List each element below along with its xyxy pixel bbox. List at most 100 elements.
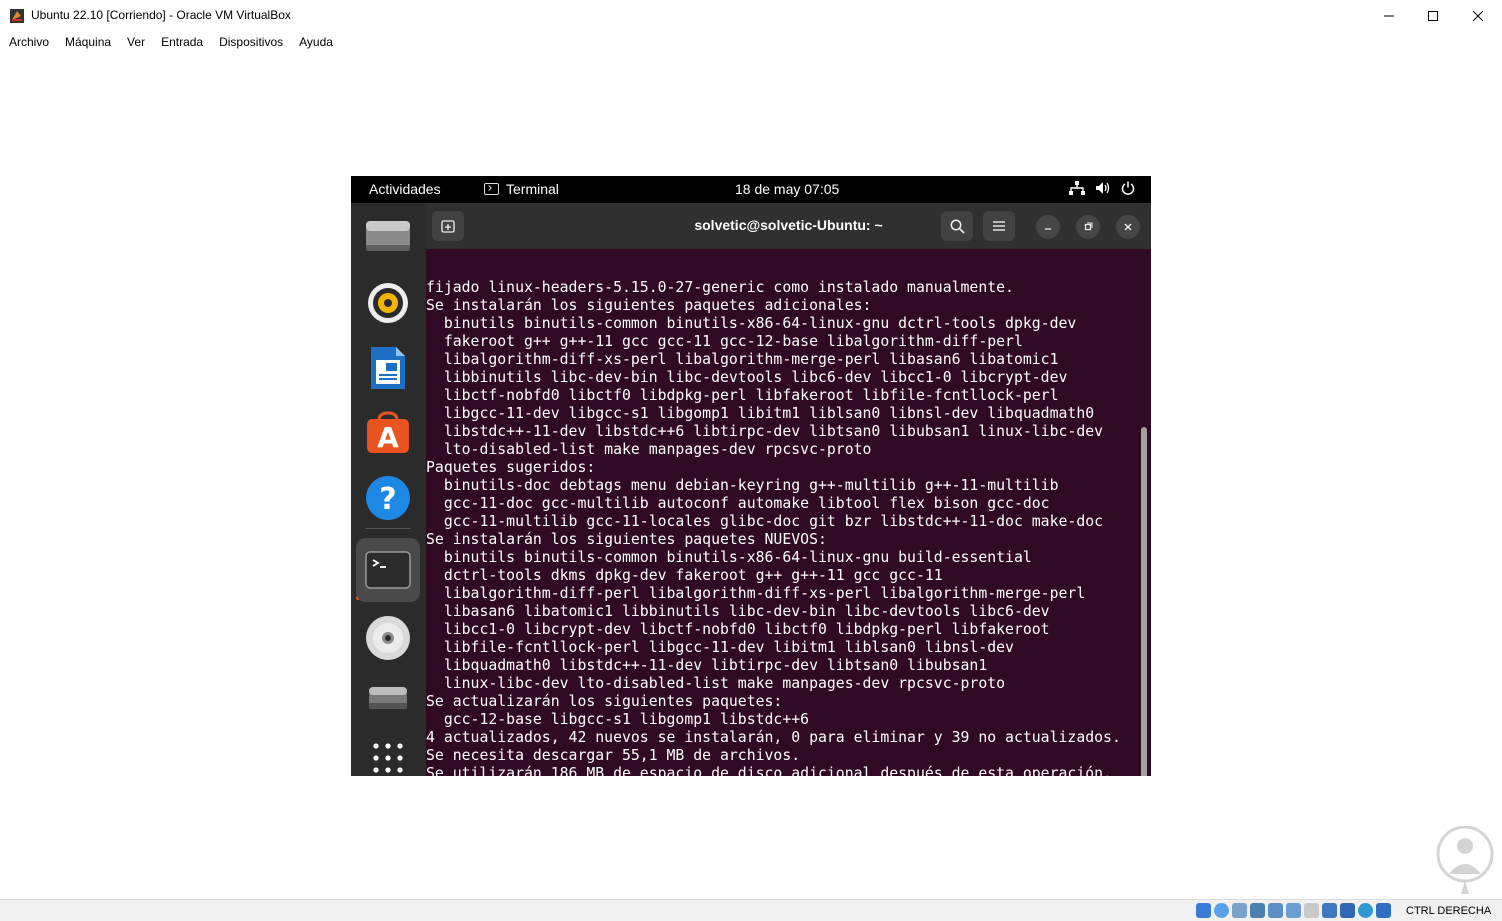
terminal-line: binutils binutils-common binutils-x86-64… [426, 315, 1077, 332]
network-icon [1069, 181, 1085, 195]
recording-status-icon[interactable] [1322, 903, 1337, 918]
app-grid-icon [373, 743, 403, 773]
app-menu[interactable]: Terminal [484, 181, 559, 197]
maximize-button[interactable] [1410, 0, 1456, 31]
minimize-button[interactable] [1366, 0, 1412, 31]
svg-text:?: ? [379, 482, 396, 517]
svg-text:A: A [377, 421, 399, 454]
hard-disk-status-icon[interactable] [1196, 903, 1211, 918]
terminal-icon [365, 551, 411, 589]
terminal-body[interactable]: fijado linux-headers-5.15.0-27-generic c… [426, 249, 1151, 776]
terminal-minimize-button[interactable] [1036, 215, 1060, 239]
network-status-icon[interactable] [1250, 903, 1265, 918]
dock-terminal[interactable] [356, 538, 420, 602]
restore-icon [1084, 222, 1093, 231]
terminal-line: libctf-nobfd0 libctf0 libdpkg-perl libfa… [426, 387, 1059, 404]
clock[interactable]: 18 de may 07:05 [735, 181, 839, 197]
terminal-line: linux-libc-dev lto-disabled-list make ma… [426, 675, 1006, 692]
rhythmbox-icon [368, 283, 408, 323]
minimize-icon [1045, 228, 1051, 230]
power-icon [1121, 181, 1135, 195]
terminal-line: libfile-fcntllock-perl libgcc-11-dev lib… [426, 639, 1014, 656]
maximize-icon [1428, 10, 1438, 21]
terminal-line: libquadmath0 libstdc++-11-dev libtirpc-d… [426, 657, 988, 674]
vbox-menubar: Archivo Máquina Ver Entrada Dispositivos… [0, 31, 1502, 53]
terminal-line: Se necesita descargar 55,1 MB de archivo… [426, 747, 801, 764]
terminal-line: gcc-11-doc gcc-multilib autoconf automak… [426, 495, 1050, 512]
menu-archivo[interactable]: Archivo [9, 35, 49, 49]
virtualbox-app-icon [10, 9, 24, 23]
terminal-line: Se instalarán los siguientes paquetes ad… [426, 297, 872, 314]
vbox-titlebar: Ubuntu 22.10 [Corriendo] - Oracle VM Vir… [0, 0, 1502, 31]
help-icon: ? [366, 476, 410, 520]
terminal-line: libasan6 libatomic1 libbinutils libc-dev… [426, 603, 1050, 620]
search-icon [950, 219, 965, 234]
window-title: Ubuntu 22.10 [Corriendo] - Oracle VM Vir… [31, 8, 291, 22]
activities-button[interactable]: Actividades [369, 181, 441, 197]
usb-status-icon[interactable] [1268, 903, 1283, 918]
terminal-line: libstdc++-11-dev libstdc++6 libtirpc-dev… [426, 423, 1104, 440]
terminal-output: fijado linux-headers-5.15.0-27-generic c… [426, 279, 1121, 776]
terminal-line: Se actualizarán los siguientes paquetes: [426, 693, 783, 710]
minimize-icon [1384, 15, 1394, 16]
terminal-line: libalgorithm-diff-xs-perl libalgorithm-m… [426, 351, 1059, 368]
shared-folders-status-icon[interactable] [1286, 903, 1301, 918]
host-key-label: CTRL DERECHA [1406, 905, 1492, 917]
terminal-line: fijado linux-headers-5.15.0-27-generic c… [426, 279, 1014, 296]
menu-ver[interactable]: Ver [127, 35, 145, 49]
menu-maquina[interactable]: Máquina [65, 35, 111, 49]
close-icon [1473, 10, 1483, 21]
terminal-line: libbinutils libc-dev-bin libc-devtools l… [426, 369, 1068, 386]
guest-screen[interactable]: Actividades Terminal 18 de may 07:05 A ?… [351, 176, 1151, 776]
virtualization-status-icon[interactable] [1340, 903, 1355, 918]
terminal-line: Se instalarán los siguientes paquetes NU… [426, 531, 827, 548]
terminal-line: libalgorithm-diff-perl libalgorithm-diff… [426, 585, 1086, 602]
terminal-scrollbar[interactable] [1141, 427, 1147, 776]
terminal-line: binutils-doc debtags menu debian-keyring… [426, 477, 1059, 494]
terminal-line: libcc1-0 libcrypt-dev libctf-nobfd0 libc… [426, 621, 1050, 638]
writer-icon [371, 347, 405, 389]
software-icon: A [367, 411, 409, 454]
status-indicators [1196, 903, 1391, 918]
display-status-icon[interactable] [1304, 903, 1319, 918]
dock-separator [365, 528, 411, 529]
terminal-line: gcc-11-multilib gcc-11-locales glibc-doc… [426, 513, 1104, 530]
watermark-logo [1436, 826, 1494, 894]
audio-status-icon[interactable] [1232, 903, 1247, 918]
terminal-headerbar: solvetic@solvetic-Ubuntu: ~ [426, 203, 1151, 249]
close-icon [1124, 223, 1132, 231]
terminal-line: libgcc-11-dev libgcc-s1 libgomp1 libitm1… [426, 405, 1095, 422]
mouse-integration-status-icon[interactable] [1358, 903, 1373, 918]
system-tray[interactable] [1069, 181, 1135, 195]
menu-dispositivos[interactable]: Dispositivos [219, 35, 283, 49]
main-menu-button[interactable] [983, 211, 1015, 241]
keyboard-status-icon[interactable] [1376, 903, 1391, 918]
dock-disc[interactable] [356, 608, 420, 668]
terminal-line: fakeroot g++ g++-11 gcc gcc-11 gcc-12-ba… [426, 333, 1023, 350]
dock-show-apps[interactable] [356, 728, 420, 776]
drive-icon [369, 687, 407, 709]
search-button[interactable] [941, 211, 973, 241]
menu-entrada[interactable]: Entrada [161, 35, 203, 49]
app-menu-label: Terminal [506, 181, 559, 197]
terminal-close-button[interactable] [1116, 215, 1140, 239]
gnome-top-bar: Actividades Terminal 18 de may 07:05 [351, 176, 1151, 203]
dock-drive[interactable] [356, 668, 420, 728]
close-window-button[interactable] [1455, 0, 1501, 31]
disc-icon [366, 616, 410, 660]
vbox-statusbar: CTRL DERECHA [0, 899, 1502, 921]
volume-icon [1096, 182, 1110, 194]
terminal-line: Paquetes sugeridos: [426, 459, 596, 476]
dock-files[interactable] [356, 206, 420, 266]
dock-help[interactable]: ? [356, 468, 420, 528]
dock: A ? [351, 203, 426, 776]
dock-rhythmbox[interactable] [356, 273, 420, 333]
menu-ayuda[interactable]: Ayuda [299, 35, 333, 49]
dock-writer[interactable] [356, 338, 420, 398]
hamburger-icon [993, 221, 1005, 231]
terminal-maximize-button[interactable] [1076, 215, 1100, 239]
terminal-window[interactable]: solvetic@solvetic-Ubuntu: ~ fijado linux… [426, 203, 1151, 776]
terminal-line: dctrl-tools dkms dpkg-dev fakeroot g++ g… [426, 567, 943, 584]
dock-software[interactable]: A [356, 403, 420, 463]
optical-drive-status-icon[interactable] [1214, 903, 1229, 918]
